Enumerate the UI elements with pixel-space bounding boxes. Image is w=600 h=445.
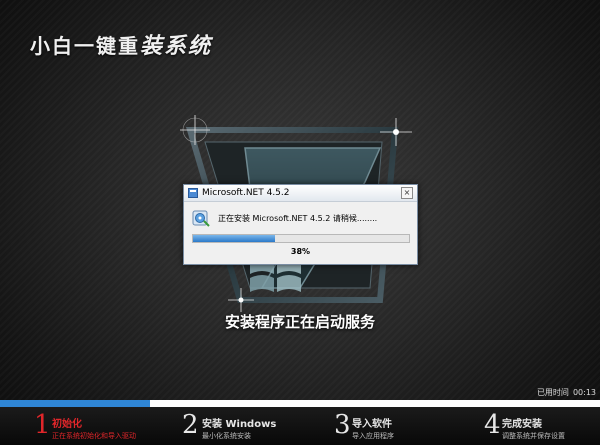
step-bar: 1 初始化 正在系统初始化和导入驱动 2 安装 Windows 最小化系统安装 … xyxy=(0,407,600,445)
step-number: 1 xyxy=(34,410,51,440)
step-number: 2 xyxy=(182,410,199,440)
brand-emphasis: 装系统 xyxy=(140,34,213,59)
elapsed-label: 已用时间 xyxy=(536,388,569,397)
status-text: 安装程序正在启动服务 xyxy=(224,313,375,331)
install-progress-bar xyxy=(192,234,410,243)
dialog-message: 正在安装 Microsoft.NET 4.5.2 请稍候........ xyxy=(218,214,378,223)
app-icon xyxy=(188,188,198,198)
step-title: 安装 Windows xyxy=(202,419,277,430)
elapsed-value: 00:13 xyxy=(572,388,596,397)
installer-icon xyxy=(192,210,210,227)
overall-progress-fill xyxy=(0,400,150,407)
step-subtitle: 导入应用程序 xyxy=(352,432,394,440)
step-number: 4 xyxy=(484,410,501,440)
step-title: 导入软件 xyxy=(352,419,392,430)
progress-percent: 38% xyxy=(290,247,311,256)
step-3: 3 导入软件 导入应用程序 xyxy=(300,407,450,445)
step-subtitle: 最小化系统安装 xyxy=(202,432,251,440)
step-1: 1 初始化 正在系统初始化和导入驱动 xyxy=(0,407,150,445)
step-title: 完成安装 xyxy=(502,419,542,430)
step-subtitle: 调整系统并保存设置 xyxy=(502,432,565,440)
elapsed-time: 已用时间 00:13 xyxy=(533,387,596,398)
step-number: 3 xyxy=(334,410,351,440)
brand-prefix: 小白一键重 xyxy=(30,34,140,58)
overall-progress-bar xyxy=(0,400,600,407)
step-4: 4 完成安装 调整系统并保存设置 xyxy=(450,407,600,445)
dialog-titlebar[interactable]: Microsoft.NET 4.5.2 × xyxy=(184,185,417,202)
brand-title: 小白一键重装系统 xyxy=(30,28,212,60)
close-button[interactable]: × xyxy=(401,187,413,199)
step-subtitle: 正在系统初始化和导入驱动 xyxy=(52,432,136,440)
install-dialog: Microsoft.NET 4.5.2 × 正在安装 Microsoft.NET… xyxy=(183,184,418,265)
step-title: 初始化 xyxy=(52,419,82,430)
install-progress-fill xyxy=(193,235,276,242)
step-2: 2 安装 Windows 最小化系统安装 xyxy=(150,407,300,445)
dialog-title: Microsoft.NET 4.5.2 xyxy=(202,188,290,198)
